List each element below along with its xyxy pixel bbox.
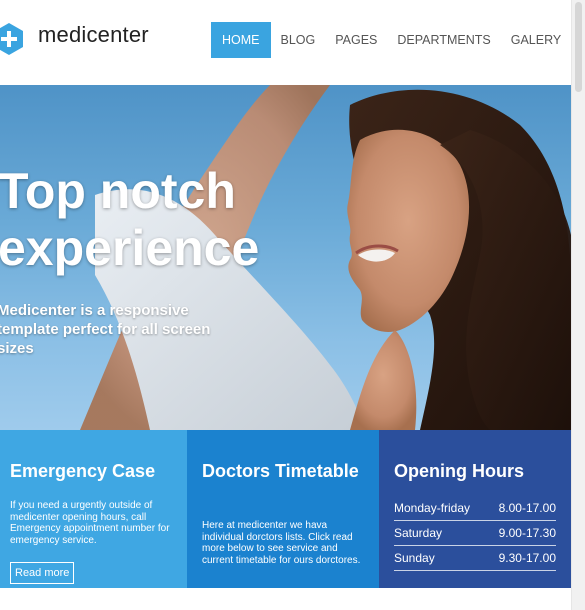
medical-cross-hexagon-icon[interactable] <box>0 22 24 56</box>
nav-item-departments[interactable]: DEPARTMENTS <box>387 22 500 58</box>
nav-item-galery[interactable]: GALERY <box>501 22 571 58</box>
hours-time: 9.30-17.00 <box>498 551 556 565</box>
brand-name[interactable]: medicenter <box>38 22 149 48</box>
emergency-case-title: Emergency Case <box>10 461 156 481</box>
opening-hours-title: Opening Hours <box>394 461 524 481</box>
doctors-timetable-title: Doctors Timetable <box>202 461 359 481</box>
hero-subtitle: Medicenter is a responsive template perf… <box>0 302 211 357</box>
main-nav: HOME BLOG PAGES DEPARTMENTS GALERY <box>211 22 571 58</box>
scrollbar-thumb[interactable] <box>575 2 582 92</box>
nav-item-pages[interactable]: PAGES <box>325 22 387 58</box>
opening-hours-list: Monday-friday 8.00-17.00 Saturday 9.00-1… <box>394 496 556 571</box>
page-bottom-area <box>0 588 571 610</box>
doctors-timetable-box: Doctors Timetable Here at medicenter we … <box>187 430 379 588</box>
hero-title: Top notch experience <box>0 163 260 276</box>
read-more-button[interactable]: Read more <box>10 562 75 584</box>
opening-hours-box: Opening Hours Monday-friday 8.00-17.00 S… <box>379 430 571 588</box>
hours-time: 8.00-17.00 <box>498 501 556 515</box>
hours-day: Saturday <box>394 526 443 540</box>
hero-slider: Top notch experience Medicenter is a res… <box>0 85 571 430</box>
hours-row: Sunday 9.30-17.00 <box>394 546 556 571</box>
page: medicenter HOME BLOG PAGES DEPARTMENTS G… <box>0 0 571 610</box>
hours-time: 9.00-17.30 <box>498 526 556 540</box>
hours-row: Monday-friday 8.00-17.00 <box>394 496 556 521</box>
emergency-case-box: Emergency Case If you need a urgently ou… <box>0 430 187 588</box>
nav-item-home[interactable]: HOME <box>211 22 271 58</box>
hours-day: Sunday <box>394 551 435 565</box>
doctors-timetable-text: Here at medicenter we hava individual do… <box>202 520 361 566</box>
vertical-scrollbar[interactable] <box>571 0 585 610</box>
site-header: medicenter HOME BLOG PAGES DEPARTMENTS G… <box>0 0 571 85</box>
nav-item-blog[interactable]: BLOG <box>271 22 326 58</box>
hours-day: Monday-friday <box>394 501 471 515</box>
emergency-case-text: If you need a urgently outside of medice… <box>10 500 170 546</box>
feature-boxes: Emergency Case If you need a urgently ou… <box>0 430 571 588</box>
hours-row: Saturday 9.00-17.30 <box>394 521 556 546</box>
